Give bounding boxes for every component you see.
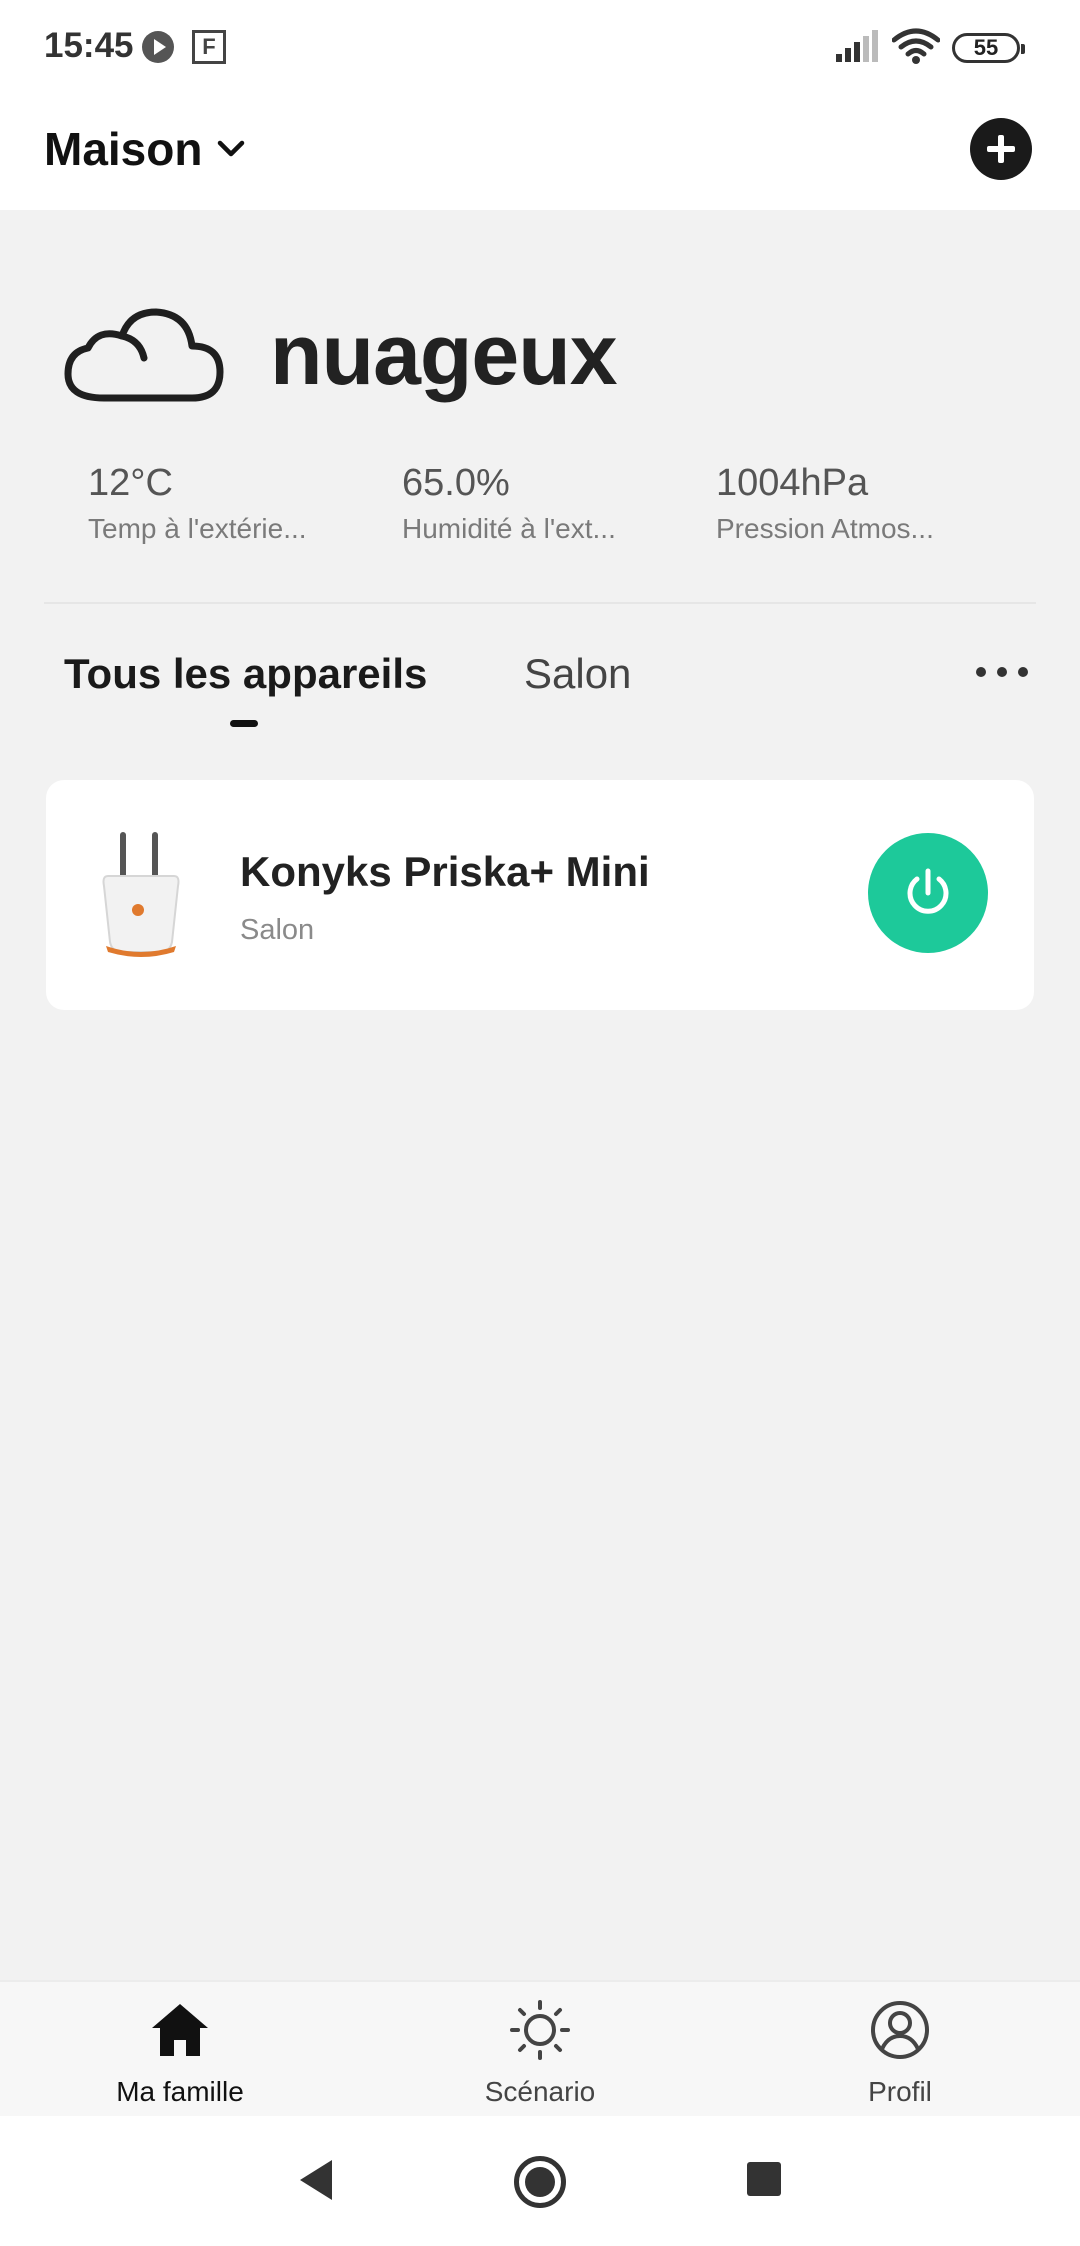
- home-circle-icon[interactable]: [514, 2156, 566, 2208]
- tab-indicator: [230, 720, 258, 727]
- home-title: Maison: [44, 123, 203, 175]
- profile-icon: [871, 2001, 929, 2059]
- stat-value: 12°C: [88, 462, 173, 504]
- dot-icon: [997, 667, 1007, 677]
- wifi-icon: [892, 28, 940, 64]
- signal-icon: [836, 30, 878, 62]
- atmospheric-pressure: 1004hPa Pression Atmos...: [716, 462, 956, 545]
- stat-label: Humidité à l'ext...: [402, 513, 616, 544]
- play-icon: [142, 31, 174, 63]
- sun-icon: [510, 2000, 570, 2060]
- stat-value: 65.0%: [402, 462, 510, 504]
- outdoor-humidity: 65.0% Humidité à l'ext...: [402, 462, 642, 545]
- dot-icon: [1018, 667, 1028, 677]
- power-toggle-button[interactable]: [868, 833, 988, 953]
- stat-value: 1004hPa: [716, 462, 869, 504]
- device-card[interactable]: Konyks Priska+ Mini Salon: [46, 780, 1034, 1010]
- nav-ma-famille[interactable]: Ma famille: [0, 1982, 360, 2118]
- battery-icon: 55: [952, 33, 1025, 63]
- weather-condition: nuageux: [270, 307, 618, 403]
- app-header: Maison: [0, 96, 1080, 210]
- system-navigation: [0, 2116, 1080, 2246]
- recents-icon[interactable]: [747, 2162, 781, 2196]
- back-icon[interactable]: [296, 2156, 336, 2204]
- dot-icon: [976, 667, 986, 677]
- status-bar: 15:45 F 55: [0, 0, 1080, 96]
- device-room: Salon: [240, 914, 315, 946]
- power-icon: [907, 868, 949, 914]
- bottom-navigation: Ma famille Scénario Profil: [0, 1980, 1080, 2116]
- smart-plug-image: [102, 832, 180, 957]
- outdoor-temperature: 12°C Temp à l'extérie...: [88, 462, 328, 545]
- f-badge: F: [192, 30, 226, 64]
- device-name: Konyks Priska+ Mini: [240, 848, 650, 895]
- stat-label: Temp à l'extérie...: [88, 513, 307, 544]
- stat-label: Pression Atmos...: [716, 513, 934, 544]
- nav-scenario[interactable]: Scénario: [360, 1982, 720, 2118]
- chevron-down-icon: [218, 140, 245, 157]
- more-options-button[interactable]: [976, 660, 1028, 684]
- nav-profil[interactable]: Profil: [720, 1982, 1080, 2118]
- nav-label: Ma famille: [116, 2076, 244, 2107]
- home-selector[interactable]: Maison: [44, 122, 246, 176]
- nav-label: Scénario: [484, 2076, 596, 2107]
- cloud-icon: [64, 308, 224, 402]
- tab-salon[interactable]: Salon: [524, 650, 631, 698]
- home-icon: [152, 2004, 208, 2056]
- tab-all-devices[interactable]: Tous les appareils: [64, 650, 427, 698]
- divider: [44, 602, 1036, 604]
- nav-label: Profil: [868, 2076, 932, 2107]
- add-button[interactable]: [970, 118, 1032, 180]
- status-time: 15:45: [44, 26, 134, 65]
